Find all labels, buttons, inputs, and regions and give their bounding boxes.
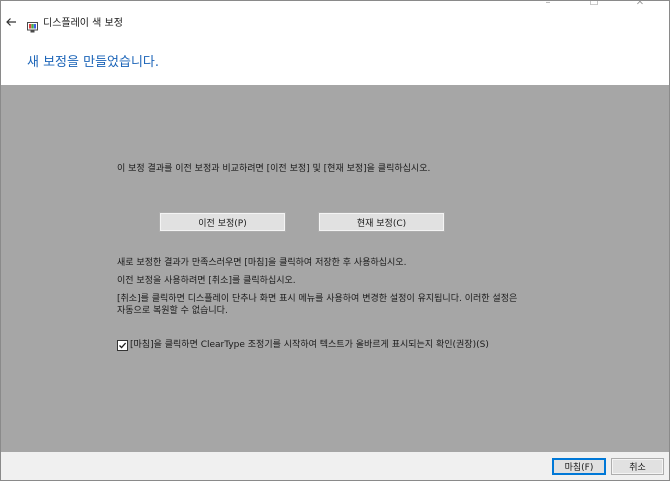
cleartype-checkbox[interactable]	[117, 340, 128, 351]
finish-button[interactable]: 마침(F)	[552, 458, 606, 475]
close-icon[interactable]: ✕	[617, 1, 663, 8]
cancel-warning-line1: [취소]를 클릭하면 디스플레이 단추나 화면 표시 메뉴를 사용하여 변경한 …	[117, 294, 518, 304]
display-color-icon	[27, 18, 38, 33]
content-area: 이 보정 결과를 이전 보정과 비교하려면 [이전 보정] 및 [현재 보정]을…	[1, 85, 669, 452]
cancel-warning-line2: 자동으로 복원할 수 없습니다.	[117, 306, 228, 316]
window-title: 디스플레이 색 보정	[43, 18, 123, 29]
calibration-window: – ☐ ✕ 디스플레이 색 보정 새 보정을 만들었습니다. 이 보정 결과를 …	[0, 0, 670, 481]
window-controls: – ☐ ✕	[525, 1, 663, 8]
finish-instruction: 새로 보정한 결과가 만족스러우면 [마침]을 클릭하여 저장한 후 사용하십시…	[117, 258, 407, 268]
page-header: 새 보정을 만들었습니다.	[1, 37, 669, 85]
cancel-instruction: 이전 보정을 사용하려면 [취소]를 클릭하십시오.	[117, 276, 296, 286]
maximize-icon[interactable]: ☐	[571, 1, 617, 8]
cancel-button[interactable]: 취소	[611, 458, 664, 475]
checkmark-icon	[119, 342, 127, 349]
cleartype-checkbox-label[interactable]: [마침]을 클릭하면 ClearType 조정기를 시작하여 텍스트가 올바르게…	[130, 339, 489, 351]
minimize-icon[interactable]: –	[525, 1, 571, 8]
previous-calibration-button[interactable]: 이전 보정(P)	[159, 212, 286, 232]
back-arrow-icon[interactable]	[5, 16, 19, 30]
footer-bar: 마침(F) 취소	[1, 452, 669, 480]
current-calibration-button[interactable]: 현재 보정(C)	[318, 212, 445, 232]
page-title: 새 보정을 만들었습니다.	[27, 55, 159, 70]
compare-instruction: 이 보정 결과를 이전 보정과 비교하려면 [이전 보정] 및 [현재 보정]을…	[117, 164, 431, 174]
